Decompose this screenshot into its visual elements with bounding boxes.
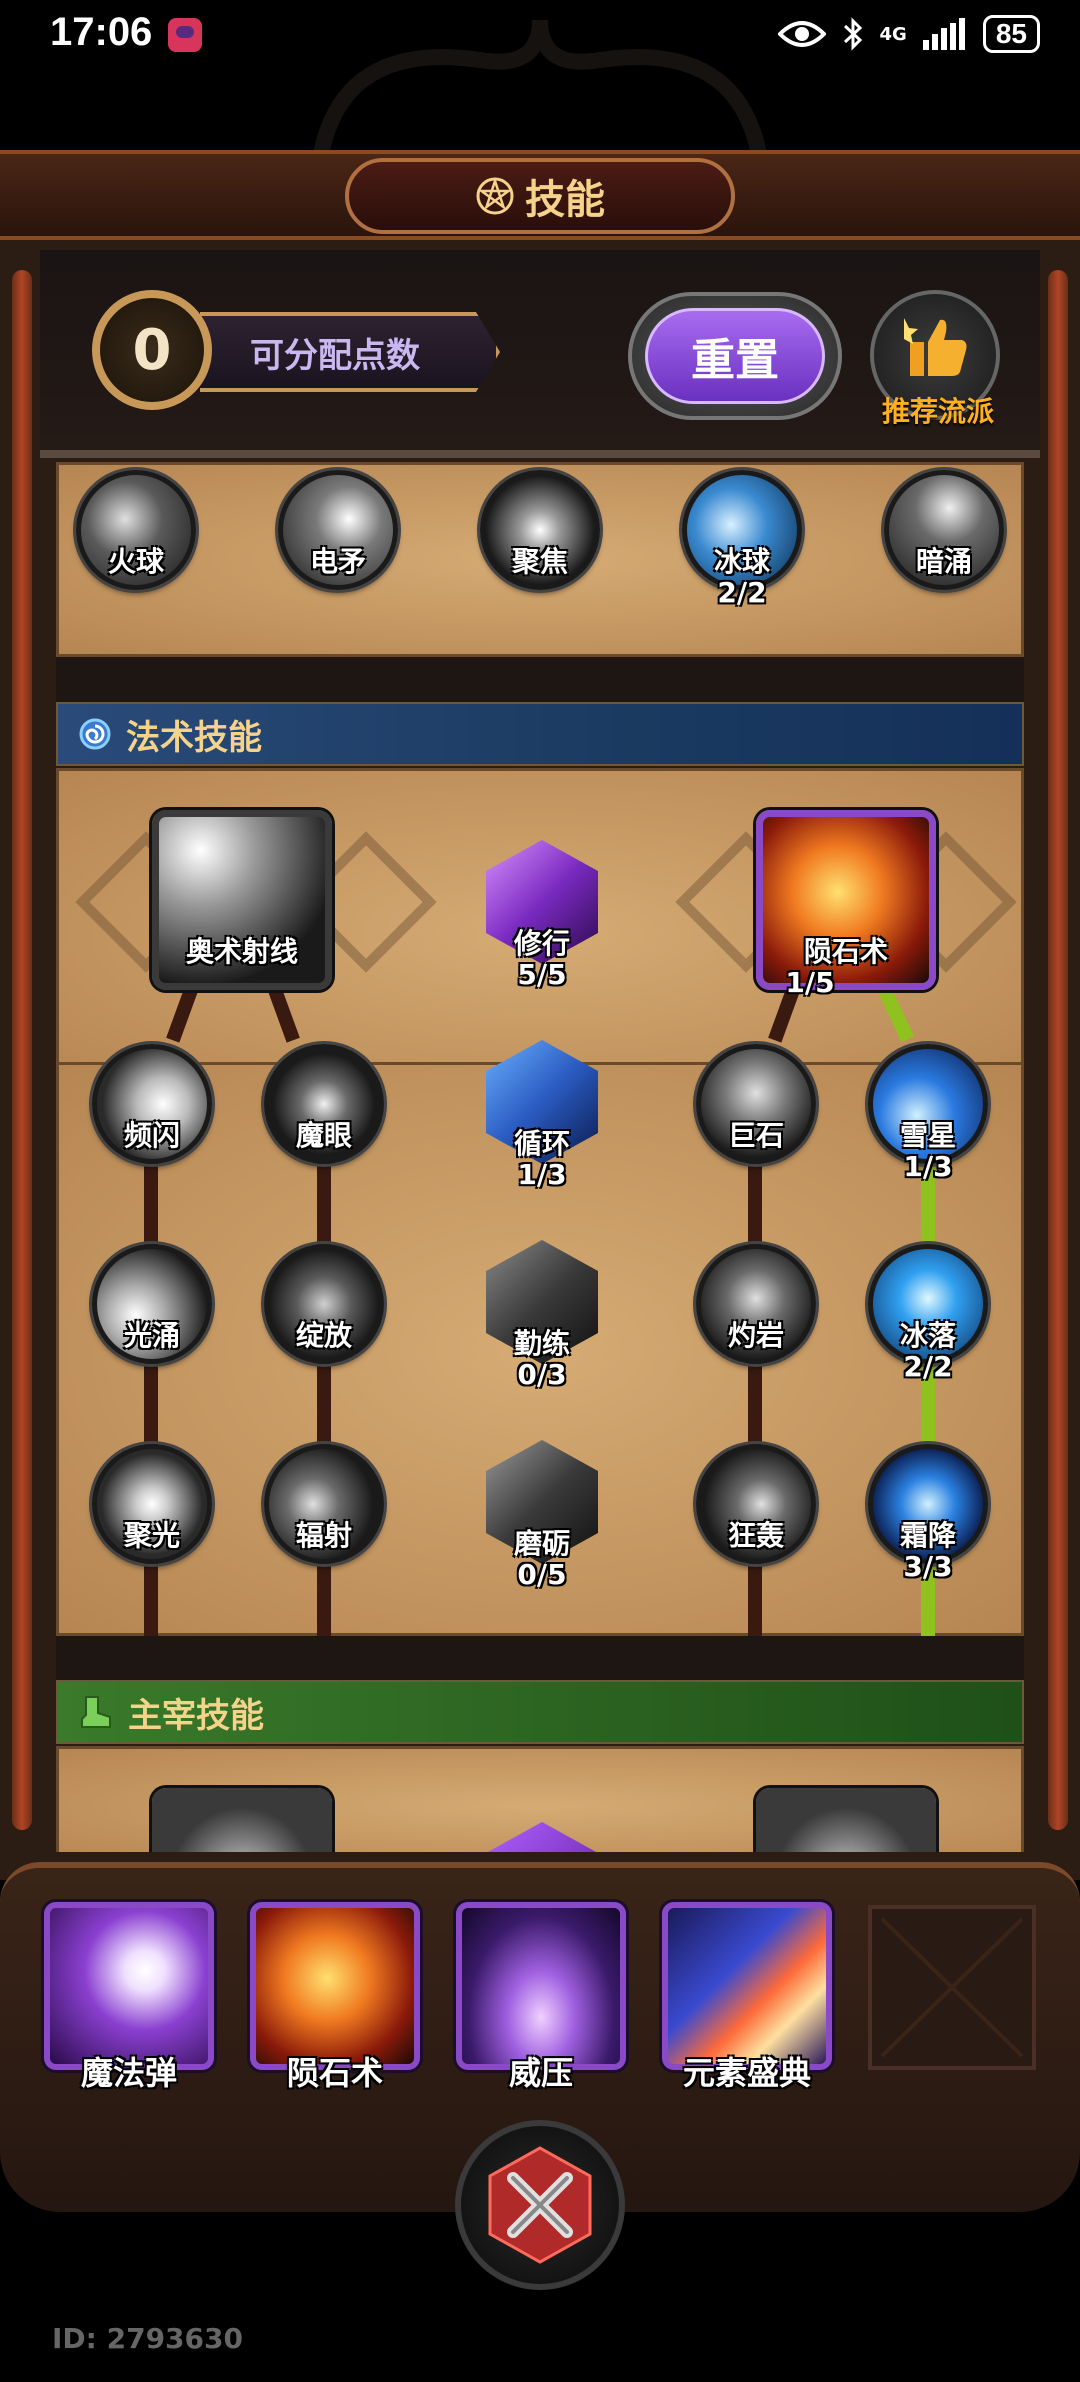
points-label: 可分配点数 [200,312,500,392]
skill-name: 魔眼 [295,1119,352,1152]
skill-ice-ball[interactable]: 冰球 2/2 [682,470,802,609]
section-title: 法术技能 [126,717,262,758]
skill-undercurrent[interactable]: 暗涌 [884,470,1004,590]
skill-name: 陨石术 [803,935,888,968]
app-notification-icon [168,18,202,52]
background-ornament [312,19,768,160]
skill-level: 5/5 [517,958,567,991]
skill-name: 狂轰 [727,1519,784,1552]
skill-electric-spear[interactable]: 电矛 [278,470,398,590]
empty-skill-slot[interactable] [868,1905,1036,2070]
skill-radiate[interactable]: 辐射 [264,1444,384,1564]
pentagram-icon [476,176,514,215]
skill-name: 修行 [513,927,570,960]
skill-level: 0/3 [517,1358,567,1391]
bluetooth-icon [843,17,862,51]
skill-name: 灼岩 [727,1319,784,1352]
skill-level: 3/3 [903,1550,953,1583]
skill-name: 暗涌 [915,545,972,578]
skill-level: 1/5 [785,966,835,999]
skill-snow-star[interactable]: 雪星 1/3 [868,1044,988,1183]
skill-level: 2/2 [903,1350,953,1383]
master-section-header: 主宰技能 [56,1680,1024,1744]
master-skill-slot[interactable] [152,1788,332,1852]
equipped-skill-name: 威压 [508,2054,573,2092]
skill-name: 磨砺 [513,1527,570,1560]
skill-name: 聚光 [123,1519,180,1552]
skill-name: 光涌 [123,1319,180,1352]
page-title: 技能 [525,177,605,223]
skill-name: 循环 [513,1127,570,1160]
skill-boulder[interactable]: 巨石 [696,1044,816,1164]
skill-fireball[interactable]: 火球 [76,470,196,590]
reset-button-label: 重置 [645,308,825,404]
master-skill-slot[interactable] [756,1788,936,1852]
thumbs-up-icon [904,318,967,376]
equipped-skill-name: 元素盛典 [682,2054,811,2092]
recommend-build-label: 推荐流派 [881,395,994,428]
skill-bloom[interactable]: 绽放 [264,1244,384,1364]
close-icon [488,2146,592,2264]
equipped-skill-name: 陨石术 [286,2054,383,2092]
skill-blink[interactable]: 频闪 [92,1044,212,1164]
empty-slot-ornament [880,1917,1024,2058]
skill-level: 0/5 [517,1558,567,1591]
skill-level: 1/3 [903,1150,953,1183]
skill-evil-eye[interactable]: 魔眼 [264,1044,384,1164]
close-button[interactable] [455,2120,625,2290]
skill-scorch-rock[interactable]: 灼岩 [696,1244,816,1364]
spiral-icon [79,718,111,750]
frame-rail-left [12,270,32,1830]
skill-name: 雪星 [899,1119,956,1152]
equipped-intimidate[interactable] [456,1902,626,2070]
skill-name: 绽放 [295,1319,352,1352]
skill-name: 巨石 [727,1119,784,1152]
skill-frost[interactable]: 霜降 3/3 [868,1444,988,1583]
boot-icon [81,1696,111,1728]
skill-name: 勤练 [513,1327,570,1360]
skill-name: 辐射 [295,1519,352,1552]
battery-indicator: 85 [982,15,1040,53]
equipped-skill-name: 魔法弹 [80,2054,177,2092]
reset-button[interactable]: 重置 [628,292,842,420]
skill-ice-fall[interactable]: 冰落 2/2 [868,1244,988,1383]
skill-tree-scroll[interactable]: 火球 电矛 聚焦 冰球 2/2 暗涌 法术技能 奥术射线 修行 5/5 陨石术 [56,462,1024,1852]
skill-name: 火球 [107,545,164,578]
title-plate: 技能 [345,158,735,234]
section-title: 主宰技能 [128,1695,264,1736]
skill-name: 霜降 [899,1519,956,1552]
skill-name: 聚焦 [511,545,568,578]
skill-name: 奥术射线 [185,935,298,968]
spell-section-header: 法术技能 [56,702,1024,766]
network-label: 4G [879,23,907,45]
player-id: ID: 2793630 [52,2322,243,2355]
divider [40,450,1040,458]
skill-name: 冰球 [713,545,770,578]
skill-name: 频闪 [123,1119,180,1152]
skill-name: 电矛 [309,545,366,578]
available-points: 0 [92,290,212,410]
section-gap [56,657,1024,707]
status-time: 17:06 [50,10,153,54]
equipped-elemental-feast[interactable] [662,1902,832,2070]
frame-rail-right [1048,270,1068,1830]
skill-rampage[interactable]: 狂轰 [696,1444,816,1564]
skill-focus-light[interactable]: 聚光 [92,1444,212,1564]
skill-light-surge[interactable]: 光涌 [92,1244,212,1364]
equipped-meteor[interactable] [250,1902,420,2070]
section-gap [56,1636,1024,1686]
equipped-magic-missile[interactable] [44,1902,214,2070]
signal-icon [922,18,965,50]
skill-focus[interactable]: 聚焦 [480,470,600,590]
skill-level: 1/3 [517,1158,567,1191]
skill-level: 2/2 [717,576,767,609]
skill-name: 冰落 [899,1319,956,1352]
